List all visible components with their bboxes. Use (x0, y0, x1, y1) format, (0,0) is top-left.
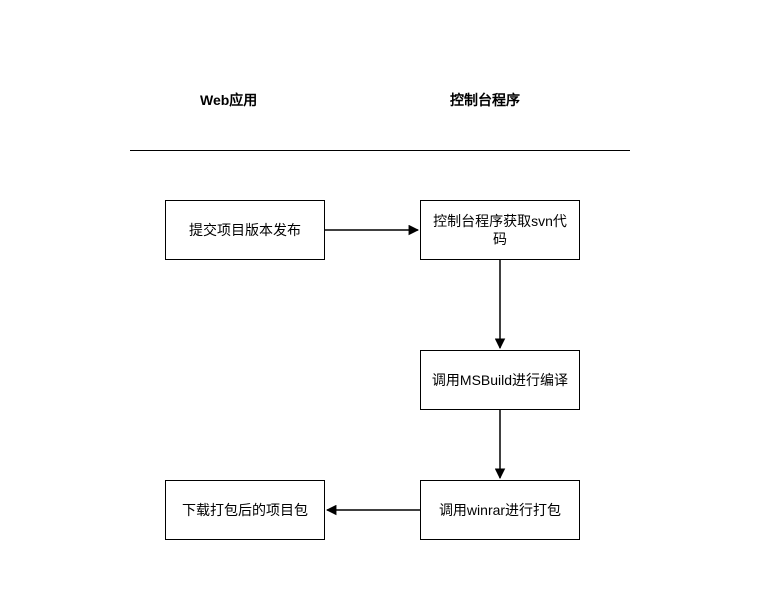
edges-layer (0, 0, 774, 607)
node-msbuild: 调用MSBuild进行编译 (420, 350, 580, 410)
diagram-canvas: Web应用 控制台程序 提交项目版本发布 控制台程序获取svn代码 调用MSBu… (0, 0, 774, 607)
lane-divider (130, 150, 630, 151)
node-submit: 提交项目版本发布 (165, 200, 325, 260)
lane-header-console: 控制台程序 (450, 90, 520, 110)
node-download: 下载打包后的项目包 (165, 480, 325, 540)
node-svn: 控制台程序获取svn代码 (420, 200, 580, 260)
lane-header-web: Web应用 (200, 90, 257, 110)
node-winrar: 调用winrar进行打包 (420, 480, 580, 540)
